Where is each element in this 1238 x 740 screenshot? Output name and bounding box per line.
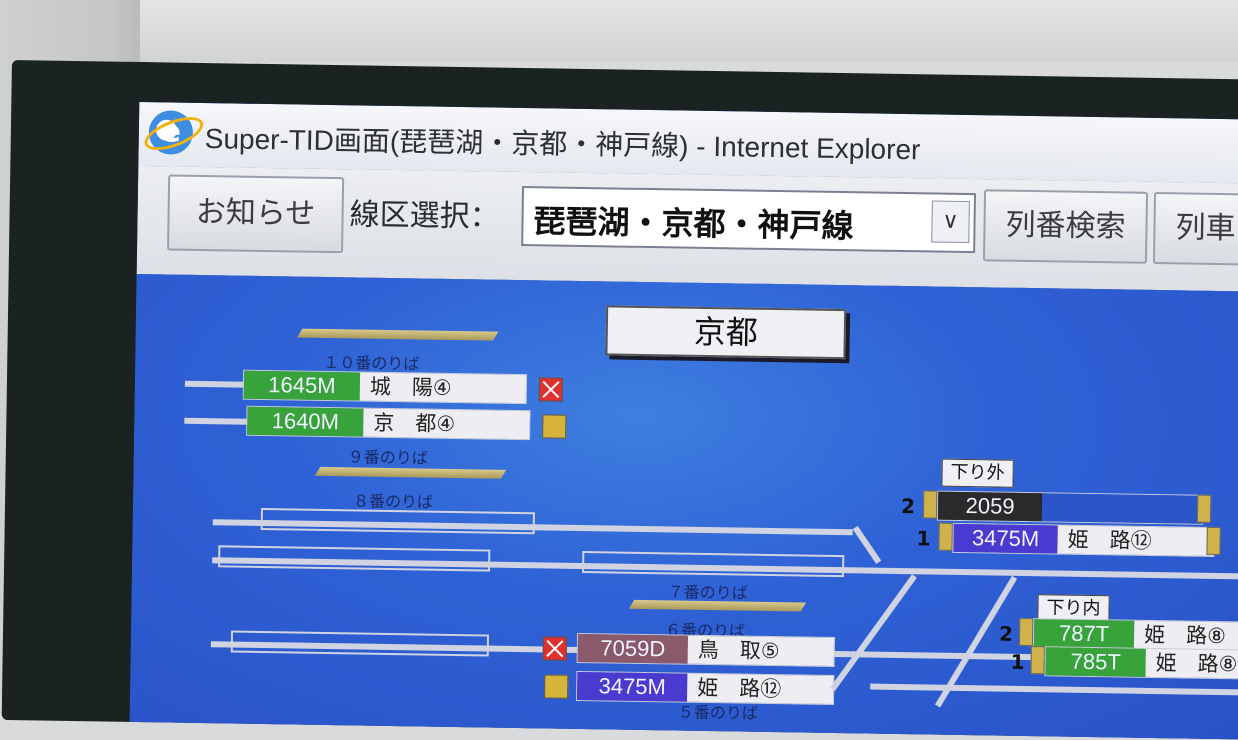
track-7-section-b	[582, 551, 845, 578]
route-select-value: 琵琶湖・京都・神戸線	[533, 202, 854, 246]
track-crossover	[852, 525, 882, 565]
track-endcap	[1018, 617, 1034, 647]
train-number: 2059	[937, 491, 1043, 522]
train-1645M[interactable]: 1645M 城 陽④	[242, 369, 528, 405]
train-number: 7059D	[577, 633, 689, 664]
track-number: 1	[916, 526, 931, 551]
train-destination: 姫 路⑧	[1145, 648, 1238, 679]
train-destination: 城 陽④	[359, 372, 527, 404]
train-destination: 姫 路⑧	[1133, 620, 1238, 651]
track-number: 2	[900, 494, 916, 519]
train-3475M-down-outer[interactable]: 3475M 姫 路⑫	[952, 522, 1215, 557]
train-2059[interactable]: 2059	[936, 490, 1204, 525]
platform-label-9: ９番のりば	[347, 447, 428, 468]
track-endcap	[1206, 526, 1221, 556]
train-destination: 京 都④	[363, 408, 530, 440]
signal-stop-icon	[542, 636, 568, 661]
track-down-inner-2	[870, 683, 1238, 696]
track-endcap	[938, 522, 953, 551]
train-number-search-button[interactable]: 列番検索	[982, 189, 1149, 264]
train-destination: 姫 路⑫	[1057, 525, 1214, 556]
train-7059D[interactable]: 7059D 鳥 取⑤	[576, 632, 836, 667]
direction-label-down-outer: 下り外	[941, 458, 1014, 488]
platform-7	[628, 599, 807, 612]
train-1640M[interactable]: 1640M 京 都④	[246, 405, 531, 441]
train-number: 787T	[1033, 619, 1135, 649]
signal-stop-icon	[538, 377, 564, 402]
track-7-section-a	[218, 545, 491, 572]
train-785T[interactable]: 785T 姫 路⑧	[1044, 646, 1238, 680]
track-number: 2	[998, 621, 1014, 646]
train-list-button[interactable]: 列車	[1152, 191, 1238, 267]
platform-label-5: ５番のりば	[677, 702, 758, 723]
station-name: 京都	[605, 305, 847, 360]
platform-9	[314, 466, 507, 479]
track-8-section	[260, 507, 535, 535]
train-number: 3475M	[577, 671, 688, 702]
chevron-down-icon[interactable]: ∨	[931, 200, 970, 244]
signal-proceed-icon	[544, 674, 569, 699]
train-destination	[1041, 493, 1203, 524]
monitor-frame: e Super-TID画面(琵琶湖・京都・神戸線) - Internet Exp…	[1, 60, 1238, 740]
train-destination: 鳥 取⑤	[687, 635, 835, 666]
track-branch-a	[829, 574, 917, 692]
window-title: Super-TID画面(琵琶湖・京都・神戸線) - Internet Explo…	[204, 123, 921, 166]
toolbar: お知らせ 線区選択： 琵琶湖・京都・神戸線 ∨ 列番検索 列車	[136, 165, 1238, 294]
train-number: 3475M	[953, 523, 1058, 554]
track-diagram: 京都 １０番のりば 1645M 城 陽④ 1640M 京 都④ ９番のりば ８番…	[129, 273, 1238, 740]
monitor-bezel-top	[0, 0, 1238, 62]
track-6-section	[230, 630, 490, 657]
track-endcap	[1030, 646, 1045, 675]
train-number: 1645M	[243, 370, 361, 401]
signal-proceed-icon	[542, 414, 567, 439]
notice-button[interactable]: お知らせ	[167, 174, 345, 254]
screen: e Super-TID画面(琵琶湖・京都・神戸線) - Internet Exp…	[129, 102, 1238, 740]
track-endcap	[1196, 494, 1212, 523]
train-number: 785T	[1045, 647, 1146, 677]
track-9	[184, 417, 255, 425]
track-endcap	[922, 490, 938, 519]
route-select-label: 線区選択：	[349, 197, 500, 235]
track-number: 1	[1010, 649, 1025, 674]
route-select[interactable]: 琵琶湖・京都・神戸線 ∨	[521, 186, 977, 254]
train-number: 1640M	[247, 406, 364, 437]
platform-10	[297, 328, 499, 341]
